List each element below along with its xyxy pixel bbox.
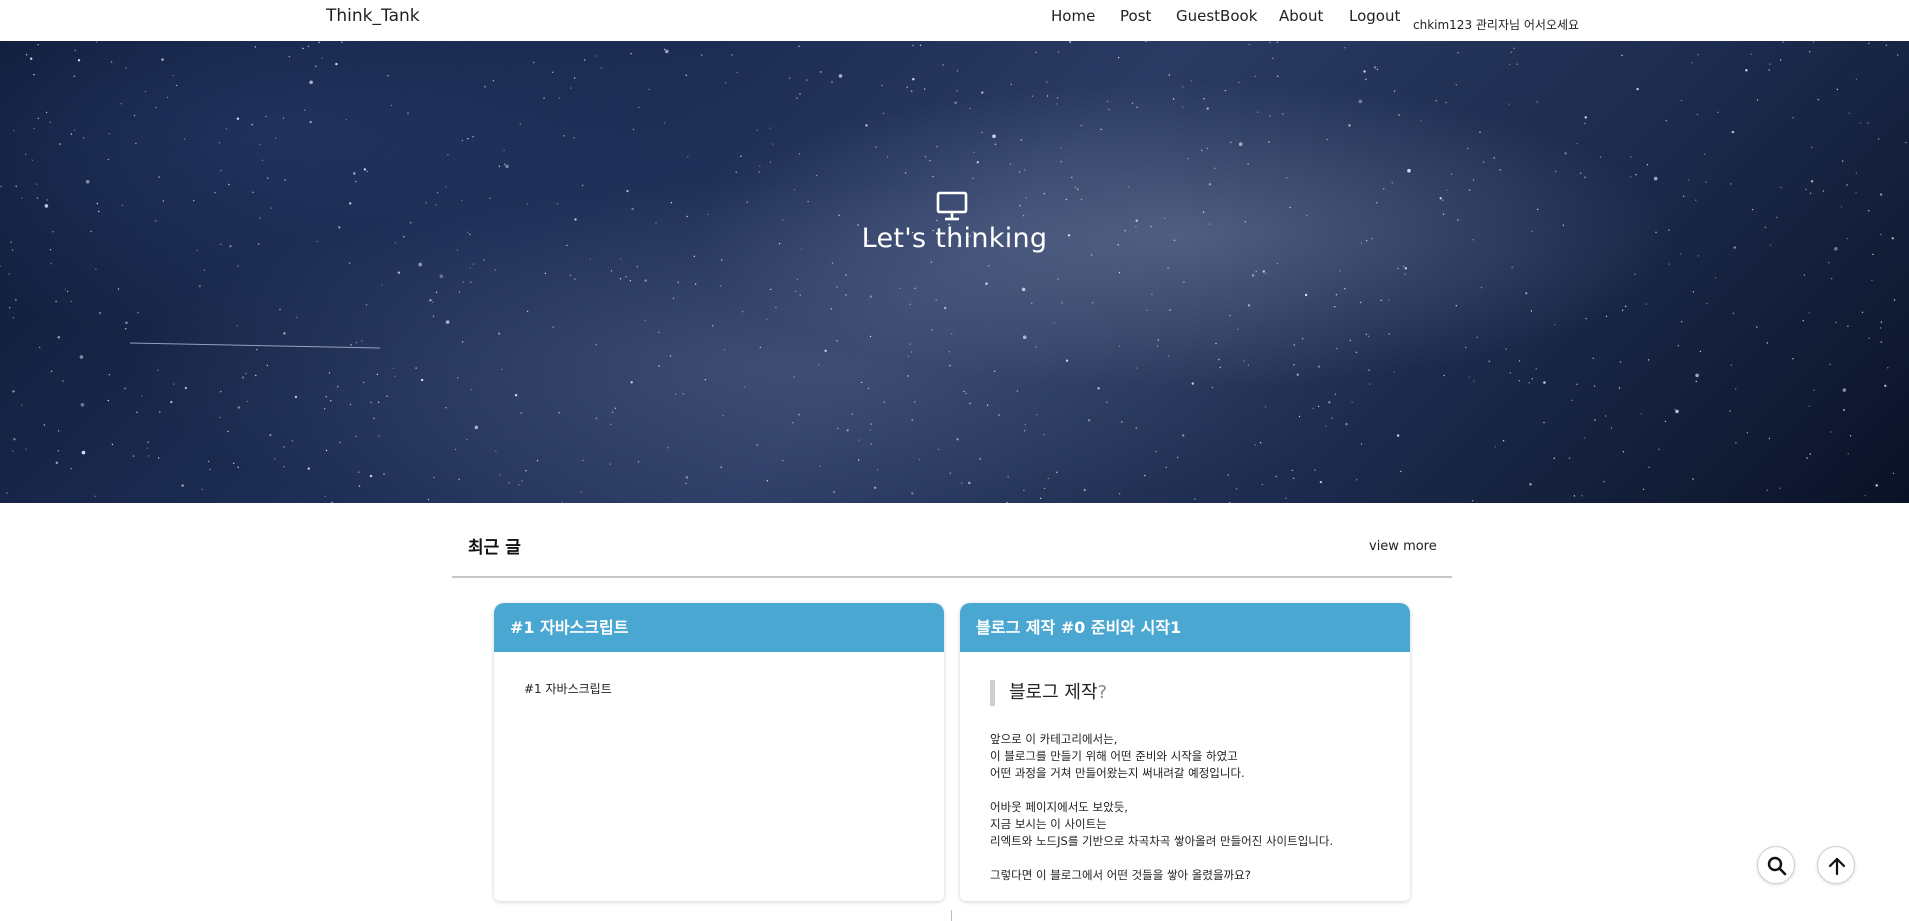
post-excerpt: 앞으로 이 카테고리에서는, 이 블로그를 만들기 위해 어떤 준비와 시작을 …: [990, 731, 1333, 884]
post-card[interactable]: 블로그 제작 #0 준비와 시작1 블로그 제작? 앞으로 이 카테고리에서는,…: [960, 603, 1410, 901]
nav-guestbook[interactable]: GuestBook: [1176, 7, 1257, 25]
post-blockquote: 블로그 제작?: [990, 680, 1107, 706]
section-divider: [452, 576, 1452, 578]
top-navbar: Think_Tank Home Post GuestBook About Log…: [0, 0, 1909, 41]
nav-post[interactable]: Post: [1120, 7, 1151, 25]
nav-about[interactable]: About: [1279, 7, 1323, 25]
excerpt-line: 앞으로 이 카테고리에서는,: [990, 732, 1118, 746]
nav-logout[interactable]: Logout: [1349, 7, 1400, 25]
blockquote-mark: ?: [1097, 682, 1108, 703]
scroll-top-button[interactable]: [1817, 846, 1855, 884]
excerpt-line: 어떤 과정을 거쳐 만들어왔는지 써내려갈 예정입니다.: [990, 766, 1245, 780]
post-card[interactable]: #1 자바스크립트 #1 자바스크립트: [494, 603, 944, 901]
excerpt-line: [990, 782, 1333, 799]
starfield-image: [0, 41, 1907, 503]
excerpt-line: 리엑트와 노드JS를 기반으로 차곡차곡 쌓아올려 만들어진 사이트입니다.: [990, 834, 1334, 848]
excerpt-line: 어바웃 페이지에서도 보았듯,: [990, 800, 1128, 814]
content-divider: [951, 910, 952, 921]
view-more-link[interactable]: view more: [1369, 539, 1437, 554]
post-card-title[interactable]: 블로그 제작 #0 준비와 시작1: [960, 603, 1410, 652]
excerpt-line: 지금 보시는 이 사이트는: [990, 817, 1107, 831]
post-excerpt: #1 자바스크립트: [524, 682, 612, 696]
search-icon: [1767, 856, 1787, 876]
monitor-icon: [936, 191, 968, 225]
excerpt-line: 이 블로그를 만들기 위해 어떤 준비와 시작을 하였고: [990, 749, 1238, 763]
blockquote-text: 블로그 제작: [1009, 682, 1098, 703]
main-nav: Home Post GuestBook About Logout chkim12…: [0, 7, 1909, 37]
hero-banner: Let's thinking: [0, 41, 1909, 503]
post-card-title[interactable]: #1 자바스크립트: [494, 603, 944, 652]
hero-title: Let's thinking: [861, 223, 1048, 254]
nav-home[interactable]: Home: [1051, 7, 1095, 25]
excerpt-line: [990, 850, 1333, 867]
welcome-message: chkim123 관리자님 어서오세요: [1413, 18, 1580, 32]
arrow-up-icon: [1828, 857, 1846, 876]
search-button[interactable]: [1757, 846, 1795, 884]
recent-posts-title: 최근 글: [468, 538, 521, 558]
excerpt-line: 그렇다면 이 블로그에서 어떤 것들을 쌓아 올렸을까요?: [990, 868, 1251, 882]
